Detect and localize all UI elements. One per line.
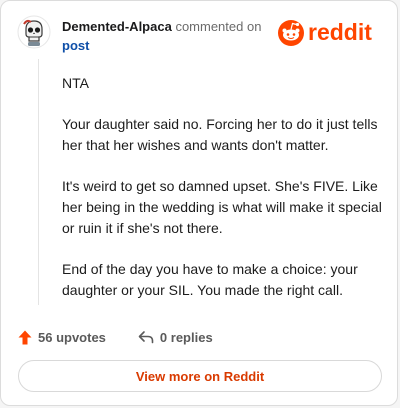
reddit-logo[interactable]: reddit	[277, 17, 387, 47]
thread-line	[38, 59, 39, 305]
comment-paragraph: NTA	[62, 75, 89, 91]
comment-paragraph: Your daughter said no. Forcing her to do…	[62, 116, 378, 153]
comment-paragraph: It's weird to get so damned upset. She's…	[62, 178, 382, 236]
reply-arrow-icon	[138, 331, 154, 344]
comment-actions: 56 upvotes 0 replies	[18, 327, 213, 347]
comment-body: NTA Your daughter said no. Forcing her t…	[62, 73, 384, 321]
comment-card: Demented-Alpaca commented on post reddit…	[0, 0, 398, 406]
upvote-arrow-icon	[18, 330, 32, 344]
author-name[interactable]: Demented-Alpaca	[62, 19, 172, 34]
replies-button[interactable]: 0 replies	[138, 330, 213, 345]
reddit-snoo-icon: reddit	[278, 19, 372, 46]
view-more-button[interactable]: View more on Reddit	[18, 360, 382, 392]
action-text: commented on	[175, 19, 262, 34]
post-link[interactable]: post	[62, 38, 89, 53]
reply-count: 0 replies	[159, 329, 213, 345]
user-avatar[interactable]	[17, 15, 51, 49]
upvote-button[interactable]: 56 upvotes	[18, 330, 106, 345]
comment-paragraph: End of the day you have to make a choice…	[62, 261, 358, 298]
comment-header: Demented-Alpaca commented on post	[62, 17, 272, 55]
upvote-count: 56 upvotes	[38, 329, 106, 345]
skull-avatar-icon	[17, 15, 51, 49]
reddit-wordmark: reddit	[308, 19, 372, 45]
